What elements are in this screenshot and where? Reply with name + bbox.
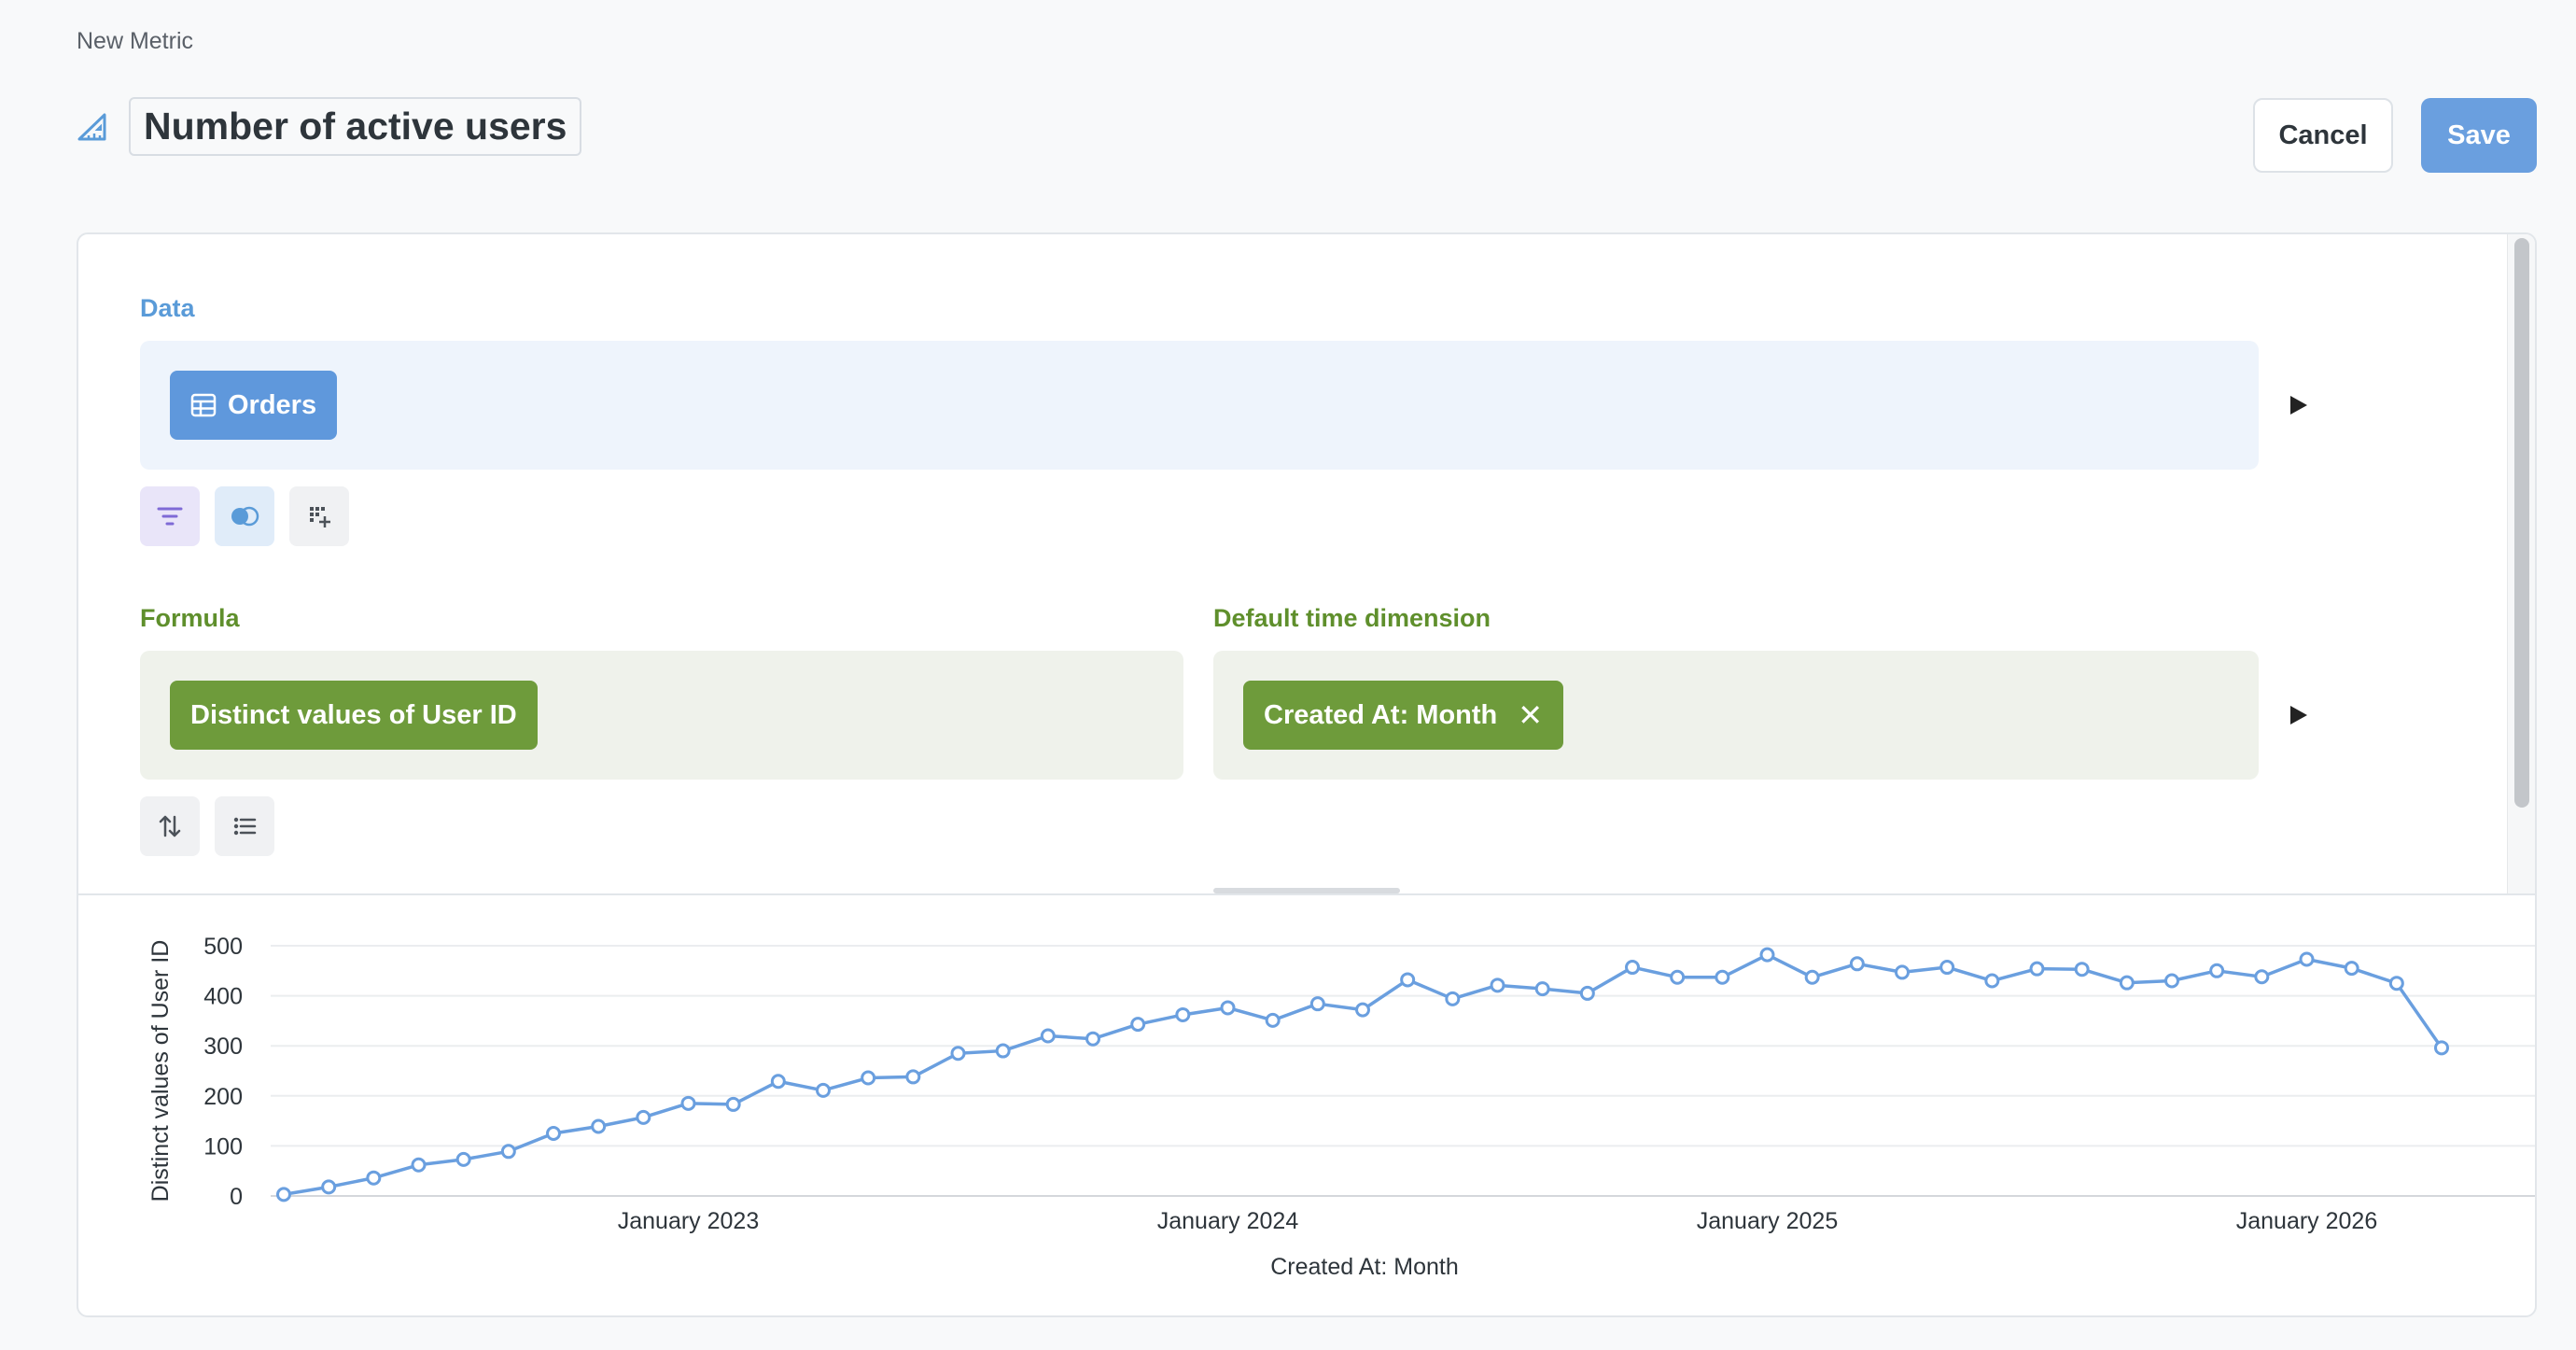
y-axis-label: Distinct values of User ID: [147, 940, 174, 1202]
data-point: [1534, 981, 1550, 997]
data-point: [1895, 964, 1910, 980]
x-tick-label: January 2026: [2236, 1208, 2378, 1234]
data-point: [2344, 961, 2359, 977]
data-point: [366, 1170, 382, 1186]
title-row: Number of active users: [77, 97, 582, 156]
y-tick-label: 100: [203, 1133, 243, 1160]
data-point: [455, 1151, 471, 1167]
data-point: [2074, 962, 2090, 977]
data-point: [1939, 960, 1955, 976]
y-tick-label: 0: [230, 1184, 243, 1210]
data-point: [1040, 1028, 1056, 1044]
data-point: [591, 1118, 607, 1134]
data-point: [816, 1082, 831, 1098]
data-point: [1175, 1006, 1191, 1022]
data-point: [276, 1187, 291, 1202]
data-point: [1130, 1017, 1146, 1033]
data-point: [950, 1046, 966, 1062]
data-point: [1265, 1012, 1281, 1028]
data-point: [1579, 985, 1595, 1001]
y-tick-label: 300: [203, 1034, 243, 1060]
data-point: [1759, 947, 1775, 963]
data-point: [1804, 969, 1820, 985]
data-point: [1309, 996, 1325, 1012]
data-point: [1220, 1000, 1236, 1016]
data-point: [2209, 963, 2225, 978]
data-point: [2388, 976, 2404, 991]
data-point: [1625, 960, 1640, 976]
data-point: [861, 1070, 876, 1086]
data-point: [2299, 951, 2315, 967]
data-point: [725, 1096, 741, 1112]
metric-title-input[interactable]: Number of active users: [129, 97, 582, 156]
data-point: [905, 1069, 921, 1085]
cancel-button[interactable]: Cancel: [2253, 98, 2393, 173]
data-point: [2164, 973, 2179, 989]
data-point: [546, 1126, 561, 1141]
data-point: [1490, 977, 1505, 993]
data-point: [1445, 991, 1461, 1006]
data-point: [321, 1179, 337, 1195]
data-point: [2254, 969, 2270, 985]
data-point: [995, 1043, 1011, 1059]
x-tick-label: January 2023: [618, 1208, 760, 1234]
editor-panel: Data Orders Formula Distinct values of U…: [77, 232, 2537, 1317]
x-axis-label: Created At: Month: [1270, 1254, 1459, 1280]
data-point: [1849, 956, 1865, 972]
data-point: [636, 1109, 651, 1125]
metric-icon: [77, 110, 110, 144]
data-point: [2119, 975, 2135, 991]
data-point: [1085, 1031, 1100, 1047]
data-point: [680, 1095, 696, 1111]
save-button[interactable]: Save: [2421, 98, 2537, 173]
breadcrumb[interactable]: New Metric: [77, 28, 193, 55]
data-point: [2029, 961, 2045, 977]
data-point: [1715, 969, 1730, 985]
series-line: [283, 952, 2443, 1197]
data-point: [1670, 969, 1686, 985]
x-tick-label: January 2024: [1157, 1208, 1299, 1234]
data-point: [1355, 1002, 1370, 1018]
data-point: [770, 1074, 786, 1090]
y-tick-label: 500: [203, 934, 243, 960]
y-tick-label: 200: [203, 1084, 243, 1110]
x-tick-label: January 2025: [1697, 1208, 1839, 1234]
data-point: [1984, 973, 2000, 989]
line-chart: 0 100 200 300 400 500 January 2023 January 2024…: [147, 934, 2535, 1280]
data-point: [411, 1157, 427, 1173]
data-point: [1400, 972, 1416, 988]
data-point: [2434, 1040, 2449, 1056]
data-point: [500, 1144, 516, 1160]
y-tick-label: 400: [203, 984, 243, 1010]
